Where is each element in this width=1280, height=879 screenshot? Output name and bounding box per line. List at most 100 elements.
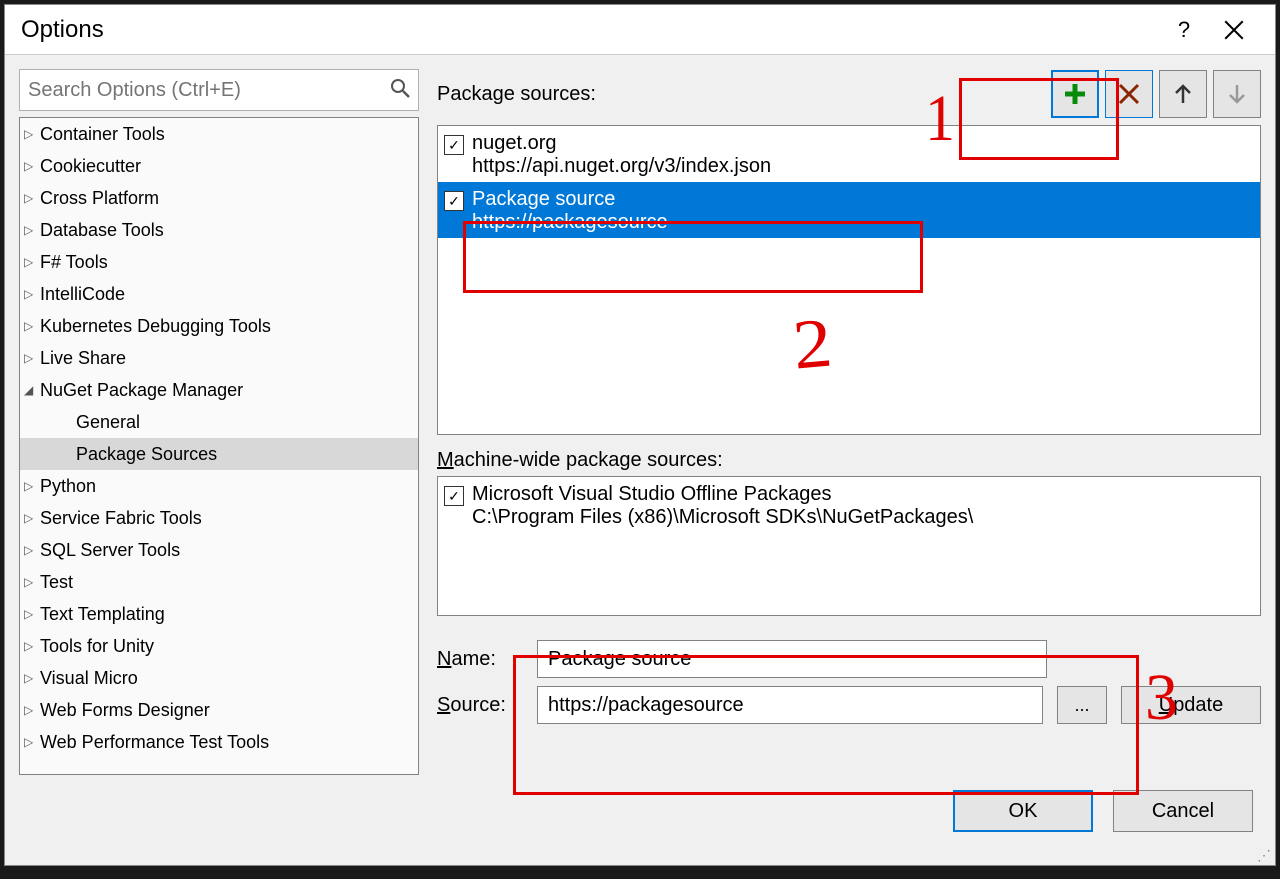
- search-icon: [390, 78, 410, 103]
- source-input[interactable]: [537, 686, 1043, 724]
- source-checkbox[interactable]: ✓: [444, 135, 464, 155]
- titlebar: Options ?: [5, 5, 1275, 55]
- source-row[interactable]: ✓ Package sourcehttps://packagesource: [438, 182, 1260, 238]
- source-name: Package source: [472, 188, 668, 211]
- tree-arrow-icon: ▷: [24, 607, 40, 621]
- tree-arrow-icon: ▷: [24, 351, 40, 365]
- arrow-up-icon: [1172, 83, 1194, 105]
- tree-item[interactable]: General: [20, 406, 418, 438]
- tree-item-label: General: [76, 412, 140, 433]
- source-checkbox[interactable]: ✓: [444, 191, 464, 211]
- tree-item-label: Package Sources: [76, 444, 217, 465]
- x-icon: [1117, 82, 1141, 106]
- tree-item[interactable]: ▷Container Tools: [20, 118, 418, 150]
- name-label: Name:: [437, 648, 523, 671]
- dialog-footer: OK Cancel: [5, 775, 1275, 847]
- tree-item[interactable]: ◢NuGet Package Manager: [20, 374, 418, 406]
- tree-item-label: Web Performance Test Tools: [40, 732, 269, 753]
- tree-item[interactable]: ▷Test: [20, 566, 418, 598]
- source-row[interactable]: ✓ nuget.orghttps://api.nuget.org/v3/index…: [438, 126, 1260, 182]
- resize-grip[interactable]: ⋰: [1257, 847, 1273, 863]
- tree-item-label: Cross Platform: [40, 188, 159, 209]
- ok-button[interactable]: OK: [953, 790, 1093, 832]
- tree-item[interactable]: ▷Python: [20, 470, 418, 502]
- source-checkbox[interactable]: ✓: [444, 486, 464, 506]
- tree-item[interactable]: ▷Visual Micro: [20, 662, 418, 694]
- tree-arrow-icon: ▷: [24, 319, 40, 333]
- tree-item-label: Cookiecutter: [40, 156, 141, 177]
- tree-item-label: Container Tools: [40, 124, 165, 145]
- tree-item-label: Web Forms Designer: [40, 700, 210, 721]
- tree-arrow-icon: ▷: [24, 127, 40, 141]
- update-button[interactable]: Update: [1121, 686, 1261, 724]
- tree-item-label: F# Tools: [40, 252, 108, 273]
- tree-item[interactable]: ▷SQL Server Tools: [20, 534, 418, 566]
- package-sources-list[interactable]: ✓ nuget.orghttps://api.nuget.org/v3/index…: [437, 125, 1261, 435]
- tree-item[interactable]: ▷Text Templating: [20, 598, 418, 630]
- browse-button[interactable]: ...: [1057, 686, 1107, 724]
- help-button[interactable]: ?: [1159, 5, 1209, 55]
- tree-item-label: Kubernetes Debugging Tools: [40, 316, 271, 337]
- tree-arrow-icon: ▷: [24, 159, 40, 173]
- tree-item[interactable]: ▷Service Fabric Tools: [20, 502, 418, 534]
- tree-item[interactable]: ▷Web Forms Designer: [20, 694, 418, 726]
- search-input[interactable]: [28, 79, 390, 102]
- machine-sources-label: Machine-wide package sources:: [437, 449, 1261, 472]
- close-button[interactable]: [1209, 5, 1259, 55]
- add-source-button[interactable]: [1051, 70, 1099, 118]
- source-form: Name: Source: ... Update: [437, 636, 1261, 728]
- tree-item-label: Text Templating: [40, 604, 165, 625]
- source-name: Microsoft Visual Studio Offline Packages: [472, 483, 973, 506]
- options-tree[interactable]: ▷Container Tools▷Cookiecutter▷Cross Plat…: [19, 117, 419, 775]
- tree-item[interactable]: ▷F# Tools: [20, 246, 418, 278]
- tree-item[interactable]: ▷Tools for Unity: [20, 630, 418, 662]
- tree-item[interactable]: ▷Database Tools: [20, 214, 418, 246]
- search-box[interactable]: [19, 69, 419, 111]
- tree-arrow-icon: ▷: [24, 191, 40, 205]
- source-url: https://packagesource: [472, 211, 668, 234]
- tree-item-label: Database Tools: [40, 220, 164, 241]
- dialog-body: ▷Container Tools▷Cookiecutter▷Cross Plat…: [5, 55, 1275, 775]
- tree-arrow-icon: ▷: [24, 639, 40, 653]
- tree-item[interactable]: ▷Web Performance Test Tools: [20, 726, 418, 758]
- name-row: Name:: [437, 636, 1261, 682]
- name-input[interactable]: [537, 640, 1047, 678]
- package-sources-label: Package sources:: [437, 83, 1051, 106]
- options-dialog: Options ? ▷Container Tools▷Cookiecutter▷…: [4, 4, 1276, 866]
- tree-item-label: Visual Micro: [40, 668, 138, 689]
- tree-arrow-icon: ◢: [24, 383, 40, 397]
- tree-arrow-icon: ▷: [24, 223, 40, 237]
- move-up-button[interactable]: [1159, 70, 1207, 118]
- tree-item[interactable]: ▷Cookiecutter: [20, 150, 418, 182]
- source-url: C:\Program Files (x86)\Microsoft SDKs\Nu…: [472, 506, 973, 529]
- toolbar: Package sources:: [437, 69, 1261, 119]
- tree-item-label: NuGet Package Manager: [40, 380, 243, 401]
- source-url: https://api.nuget.org/v3/index.json: [472, 155, 771, 178]
- move-down-button[interactable]: [1213, 70, 1261, 118]
- source-label: Source:: [437, 694, 523, 717]
- tree-arrow-icon: ▷: [24, 575, 40, 589]
- tree-item-label: Python: [40, 476, 96, 497]
- toolbar-buttons: [1051, 70, 1261, 118]
- tree-arrow-icon: ▷: [24, 479, 40, 493]
- tree-item-label: Test: [40, 572, 73, 593]
- tree-item[interactable]: ▷IntelliCode: [20, 278, 418, 310]
- tree-item[interactable]: ▷Live Share: [20, 342, 418, 374]
- tree-arrow-icon: ▷: [24, 735, 40, 749]
- tree-item[interactable]: ▷Kubernetes Debugging Tools: [20, 310, 418, 342]
- tree-item[interactable]: Package Sources: [20, 438, 418, 470]
- tree-item-label: SQL Server Tools: [40, 540, 180, 561]
- tree-item[interactable]: ▷Cross Platform: [20, 182, 418, 214]
- remove-source-button[interactable]: [1105, 70, 1153, 118]
- machine-sources-list[interactable]: ✓ Microsoft Visual Studio Offline Package…: [437, 476, 1261, 616]
- tree-arrow-icon: ▷: [24, 255, 40, 269]
- tree-item-label: IntelliCode: [40, 284, 125, 305]
- source-name: nuget.org: [472, 132, 771, 155]
- right-panel: Package sources: ✓nuget.orgh: [437, 69, 1261, 775]
- cancel-button[interactable]: Cancel: [1113, 790, 1253, 832]
- tree-arrow-icon: ▷: [24, 671, 40, 685]
- machine-source-row[interactable]: ✓ Microsoft Visual Studio Offline Package…: [438, 477, 1260, 533]
- close-icon: [1224, 20, 1244, 40]
- arrow-down-icon: [1226, 83, 1248, 105]
- left-panel: ▷Container Tools▷Cookiecutter▷Cross Plat…: [19, 69, 419, 775]
